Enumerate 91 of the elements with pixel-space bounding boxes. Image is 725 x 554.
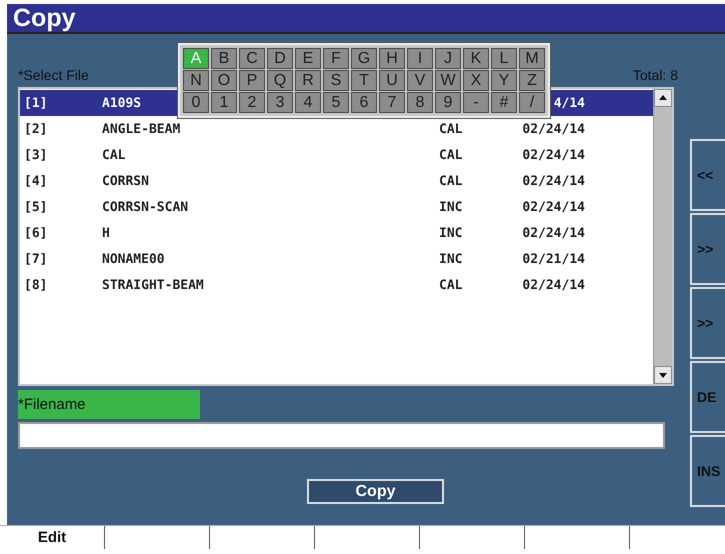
keyboard-key[interactable]: # [491,92,517,113]
keyboard-key[interactable]: V [407,70,433,91]
keyboard-key[interactable]: U [379,70,405,91]
file-date: 02/24/14 [522,226,585,240]
file-date: 02/24/14 [522,174,585,188]
select-file-label: *Select File [18,67,89,83]
total-count: Total: 8 [632,67,678,83]
file-type: CAL [439,174,462,188]
file-name: A109S [102,96,142,110]
keyboard-key[interactable]: 6 [351,92,377,113]
file-date: 02/24/14 [522,278,585,292]
file-name: CORRSN-SCAN [102,200,188,214]
file-type: INC [439,252,462,266]
keyboard-key[interactable]: I [407,48,433,69]
copy-button[interactable]: Copy [307,479,444,504]
file-name: NONAME00 [102,252,165,266]
keyboard-key[interactable]: N [183,70,209,91]
keyboard-key[interactable]: 8 [407,92,433,113]
row-index: [7] [24,252,48,266]
file-name: ANGLE-BEAM [102,122,180,136]
file-row[interactable]: [7] NONAME00 INC 02/21/14 [20,246,653,272]
file-type: INC [439,200,462,214]
filename-field[interactable] [18,422,665,449]
file-name: CORRSN [102,174,149,188]
row-index: [4] [24,174,48,188]
filename-label: *Filename [18,390,200,419]
keyboard-key[interactable]: P [239,70,265,91]
keyboard-key[interactable]: H [379,48,405,69]
row-index: [2] [24,122,48,136]
side-button[interactable]: >> [690,213,725,285]
keyboard-key[interactable]: O [211,70,237,91]
file-type: INC [439,226,462,240]
scroll-down-icon[interactable] [654,366,672,384]
row-index: [3] [24,148,48,162]
file-date: 02/24/14 [522,122,585,136]
row-index: [6] [24,226,48,240]
keyboard-key[interactable]: L [491,48,517,69]
keyboard-key[interactable]: M [519,48,545,69]
file-row[interactable]: [5] CORRSN-SCAN INC 02/24/14 [20,194,653,220]
file-row[interactable]: [8] STRAIGHT-BEAM CAL 02/24/14 [20,272,653,298]
keyboard-key[interactable]: 1 [211,92,237,113]
keyboard-key[interactable]: 2 [239,92,265,113]
keyboard-key[interactable]: Y [491,70,517,91]
keyboard-key[interactable]: 5 [323,92,349,113]
keyboard-key[interactable]: X [463,70,489,91]
keyboard-key[interactable]: 0 [183,92,209,113]
keyboard-key[interactable]: A [183,48,209,69]
side-button[interactable]: >> [690,287,725,359]
keyboard-key[interactable]: K [463,48,489,69]
keyboard-key[interactable]: F [323,48,349,69]
keyboard-key[interactable]: E [295,48,321,69]
file-row[interactable]: [2] ANGLE-BEAM CAL 02/24/14 [20,116,653,142]
keyboard-key[interactable]: - [463,92,489,113]
keyboard-key[interactable]: W [435,70,461,91]
keyboard-key[interactable]: D [267,48,293,69]
side-button[interactable]: << [690,139,725,211]
file-date: 02/24/14 [522,200,585,214]
file-type: CAL [439,122,462,136]
side-button[interactable]: DE [690,361,725,433]
file-type: CAL [439,148,462,162]
keyboard-key[interactable]: T [351,70,377,91]
row-index: [8] [24,278,48,292]
keyboard-key[interactable]: 3 [267,92,293,113]
row-index: [5] [24,200,48,214]
keyboard-key[interactable]: 9 [435,92,461,113]
keyboard-key[interactable]: Q [267,70,293,91]
keyboard-key[interactable]: S [323,70,349,91]
file-date: 4/14 [554,96,585,110]
keyboard-key[interactable]: 7 [379,92,405,113]
file-date: 02/24/14 [522,148,585,162]
keyboard-key[interactable]: G [351,48,377,69]
file-row[interactable]: [6] H INC 02/24/14 [20,220,653,246]
keyboard-key[interactable]: B [211,48,237,69]
file-name: CAL [102,148,126,162]
file-row[interactable]: [3] CAL CAL 02/24/14 [20,142,653,168]
side-button[interactable]: INS [690,435,725,507]
window-title: Copy [7,4,725,34]
keyboard-key[interactable]: C [239,48,265,69]
keyboard-key[interactable]: J [435,48,461,69]
scrollbar[interactable] [653,89,672,384]
file-name: H [102,226,110,240]
scroll-up-icon[interactable] [654,89,672,107]
row-index: [1] [24,96,48,110]
file-name: STRAIGHT-BEAM [102,278,204,292]
keyboard-key[interactable]: 4 [295,92,321,113]
keyboard-key[interactable]: / [519,92,545,113]
keyboard-key[interactable]: Z [519,70,545,91]
file-row[interactable]: [4] CORRSN CAL 02/24/14 [20,168,653,194]
keyboard-key[interactable]: R [295,70,321,91]
file-date: 02/21/14 [522,252,585,266]
file-type: CAL [439,278,462,292]
